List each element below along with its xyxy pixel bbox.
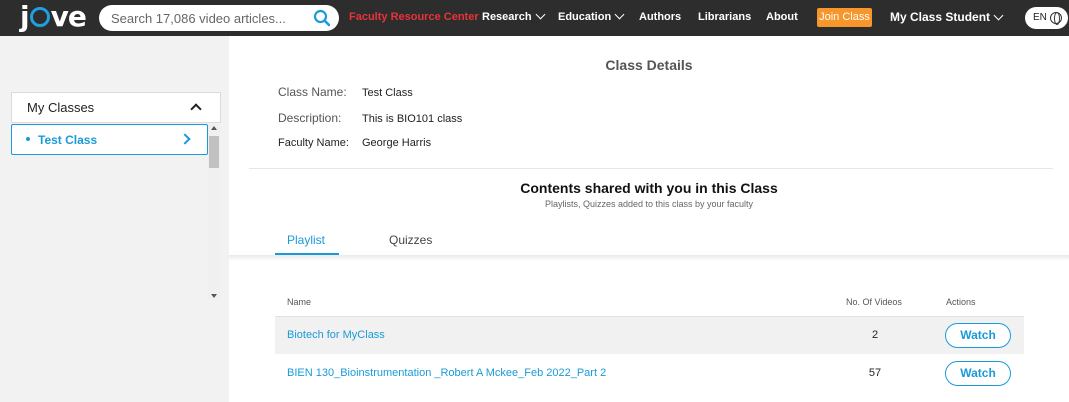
bullet-icon [26, 137, 30, 141]
sidebar-scrollbar[interactable] [208, 124, 220, 300]
globe-icon [1050, 12, 1062, 25]
table-row: Biotech for MyClass 2 Watch [275, 317, 1024, 354]
join-class-button[interactable]: Join Class [817, 8, 872, 27]
user-menu[interactable]: My Class Student [890, 10, 1004, 24]
nav-authors[interactable]: Authors [639, 11, 681, 23]
scroll-down-icon[interactable] [211, 294, 217, 298]
nav-education[interactable]: Education [558, 9, 625, 23]
column-header-count: No. Of Videos [846, 297, 902, 307]
faculty-value: George Harris [362, 137, 432, 149]
sidebar: My Classes Test Class [0, 36, 229, 402]
chevron-down-icon [614, 9, 625, 20]
nav-research-label: Research [482, 11, 532, 23]
sidebar-item-label: Test Class [38, 133, 98, 147]
playlist-name-link[interactable]: BIEN 130_Bioinstrumentation _Robert A Mc… [287, 367, 606, 379]
sidebar-item-test-class[interactable]: Test Class [11, 124, 208, 155]
video-count-value: 2 [871, 329, 879, 341]
chevron-up-icon[interactable] [190, 103, 202, 115]
chevron-right-icon [179, 133, 191, 145]
nav-about[interactable]: About [766, 11, 798, 23]
my-classes-header[interactable]: My Classes [11, 92, 221, 123]
description-label: Description: [278, 111, 342, 125]
user-menu-label: My Class Student [890, 10, 991, 24]
search-icon[interactable] [313, 9, 331, 27]
class-details-title: Class Details [605, 57, 693, 73]
faculty-row: Faculty Name: George Harris [278, 137, 431, 149]
nav-research[interactable]: Research [482, 9, 545, 23]
language-selector[interactable]: EN [1025, 7, 1068, 29]
playlist-name-link[interactable]: Biotech for MyClass [287, 329, 385, 341]
faculty-label: Faculty Name: [278, 137, 349, 149]
shared-contents-title: Contents shared with you in this Class [520, 180, 778, 196]
description-row: Description: This is BIO101 class [278, 111, 462, 125]
top-nav-bar: j ve Search 17,086 video articles... Facu… [0, 0, 1069, 36]
scroll-up-icon[interactable] [211, 126, 217, 130]
scrollbar-thumb[interactable] [209, 136, 219, 168]
class-name-label: Class Name: [278, 85, 347, 99]
column-header-actions: Actions [946, 297, 976, 307]
jove-logo[interactable]: j ve [20, 3, 87, 31]
language-label: EN [1033, 12, 1047, 23]
video-count-value: 57 [868, 367, 882, 379]
nav-education-label: Education [558, 11, 612, 23]
my-classes-label: My Classes [27, 100, 95, 115]
search-input[interactable]: Search 17,086 video articles... [99, 5, 339, 31]
main-content: Class Details Class Name: Test Class Desc… [229, 36, 1069, 402]
chevron-down-icon [993, 10, 1004, 21]
column-header-name: Name [287, 297, 312, 307]
tab-playlist[interactable]: Playlist [287, 233, 325, 247]
class-name-row: Class Name: Test Class [278, 85, 413, 99]
description-value: This is BIO101 class [362, 113, 463, 125]
table-row: BIEN 130_Bioinstrumentation _Robert A Mc… [275, 355, 1024, 392]
chevron-down-icon [535, 9, 545, 20]
watch-button[interactable]: Watch [945, 361, 1011, 386]
divider [249, 168, 1053, 169]
shared-contents-subtitle: Playlists, Quizzes added to this class b… [544, 199, 754, 209]
search-placeholder: Search 17,086 video articles... [111, 11, 286, 26]
watch-button[interactable]: Watch [945, 323, 1011, 348]
nav-faculty-resource-center[interactable]: Faculty Resource Center [349, 11, 479, 23]
class-name-value: Test Class [362, 87, 413, 99]
nav-librarians[interactable]: Librarians [698, 11, 751, 23]
tabs-divider [229, 255, 1069, 261]
tab-quizzes[interactable]: Quizzes [389, 233, 432, 247]
